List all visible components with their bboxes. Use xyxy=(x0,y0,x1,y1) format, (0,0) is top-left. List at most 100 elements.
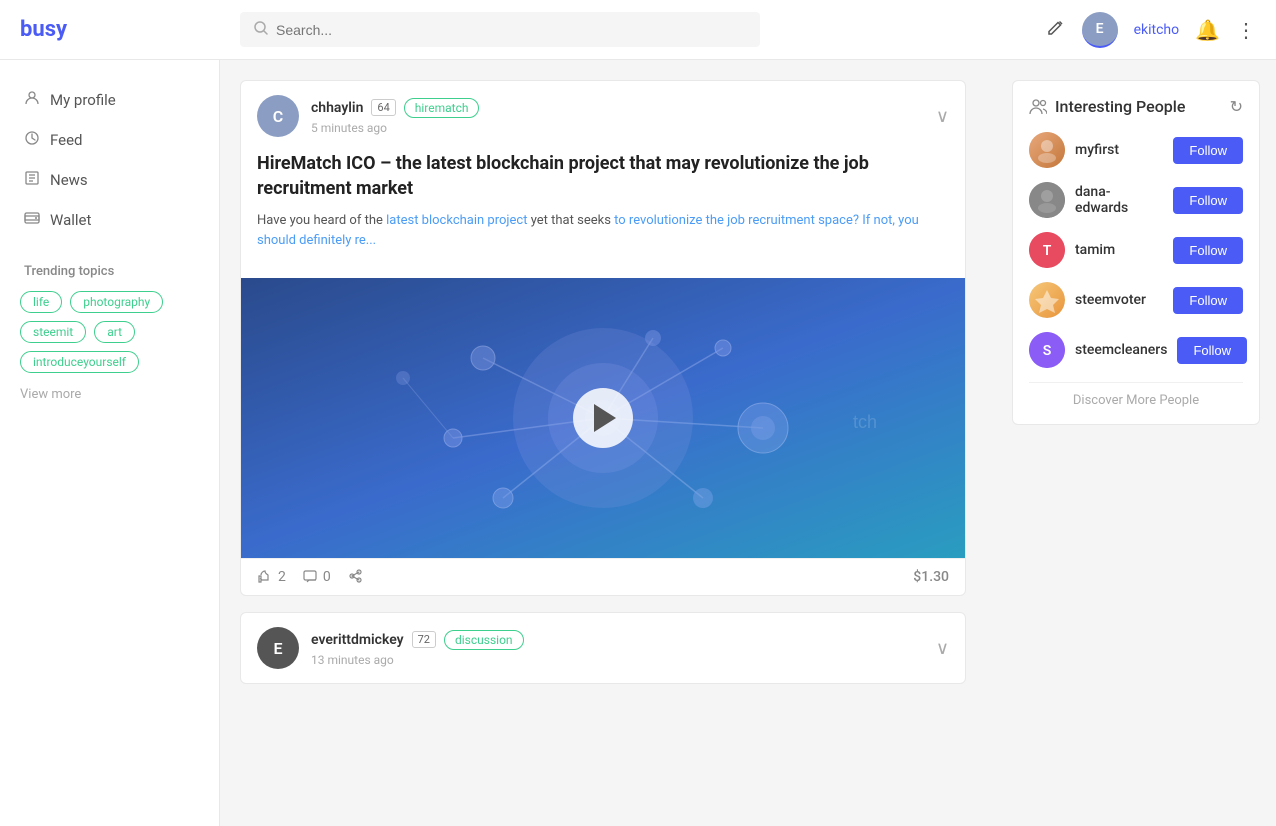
sidebar-label-news: News xyxy=(50,171,88,189)
post-body: HireMatch ICO – the latest blockchain pr… xyxy=(241,151,965,278)
view-more-link[interactable]: View more xyxy=(16,387,203,402)
post-score-2: 72 xyxy=(412,631,436,648)
post-time-2: 13 minutes ago xyxy=(311,653,924,667)
post-score: 64 xyxy=(371,99,395,116)
refresh-icon[interactable]: ↻ xyxy=(1230,97,1243,116)
avatar-inner-tamim: T xyxy=(1029,232,1065,268)
collapse-icon[interactable]: ∨ xyxy=(936,106,949,127)
edit-icon[interactable] xyxy=(1046,17,1066,42)
username-label[interactable]: ekitcho xyxy=(1134,22,1180,38)
like-button[interactable]: 2 xyxy=(257,569,286,585)
feed-icon xyxy=(24,130,40,150)
panel-title-text: Interesting People xyxy=(1055,97,1185,116)
post-author-name-2[interactable]: everittdmickey xyxy=(311,632,404,648)
avatar-inner xyxy=(1029,132,1065,168)
tag-art[interactable]: art xyxy=(94,321,135,343)
wallet-icon xyxy=(24,210,40,230)
post-time: 5 minutes ago xyxy=(311,121,924,135)
person-avatar-dana[interactable] xyxy=(1029,182,1065,218)
play-button[interactable] xyxy=(573,388,633,448)
follow-button-steemvoter[interactable]: Follow xyxy=(1173,287,1243,314)
excerpt-link-2[interactable]: to revolutionize the job recruitment spa… xyxy=(614,213,859,228)
author-row-2: everittdmickey 72 discussion xyxy=(311,630,924,650)
post-tag[interactable]: hirematch xyxy=(404,98,480,118)
post-title[interactable]: HireMatch ICO – the latest blockchain pr… xyxy=(257,151,949,201)
video-overlay xyxy=(241,278,965,558)
person-name-steemvoter[interactable]: steemvoter xyxy=(1075,292,1163,308)
person-avatar-myfirst[interactable] xyxy=(1029,132,1065,168)
post-tag-2[interactable]: discussion xyxy=(444,630,524,650)
avatar-initials: E xyxy=(1096,21,1104,37)
avatar-inner-dana xyxy=(1029,182,1065,218)
tag-introduceyourself[interactable]: introduceyourself xyxy=(20,351,139,373)
follow-button-dana[interactable]: Follow xyxy=(1173,187,1243,214)
trending-tags: life photography steemit art introduceyo… xyxy=(16,291,203,373)
person-row-steemcleaners: S steemcleaners Follow xyxy=(1029,332,1243,368)
excerpt-link[interactable]: latest blockchain project xyxy=(386,213,527,228)
interesting-people-panel: Interesting People ↻ myfirst Follow xyxy=(1012,80,1260,425)
person-avatar-steemvoter[interactable] xyxy=(1029,282,1065,318)
play-triangle-icon xyxy=(594,404,616,432)
share-button[interactable] xyxy=(347,569,363,585)
tag-steemit[interactable]: steemit xyxy=(20,321,86,343)
tag-life[interactable]: life xyxy=(20,291,62,313)
post-footer: 2 0 $1.30 xyxy=(241,558,965,595)
person-row-dana: dana-edwards Follow xyxy=(1029,182,1243,218)
like-count: 2 xyxy=(278,569,286,585)
more-options-icon[interactable]: ⋮ xyxy=(1236,18,1256,42)
post-author-name[interactable]: chhaylin xyxy=(311,100,363,116)
collapse-icon-2[interactable]: ∨ xyxy=(936,638,949,659)
discover-more-link[interactable]: Discover More People xyxy=(1029,382,1243,408)
sidebar-label-wallet: Wallet xyxy=(50,211,91,229)
post-author-avatar[interactable]: C xyxy=(257,95,299,137)
sidebar-label-feed: Feed xyxy=(50,131,83,149)
person-name-steemcleaners[interactable]: steemcleaners xyxy=(1075,342,1167,358)
search-input[interactable] xyxy=(276,22,746,38)
author-row: chhaylin 64 hirematch xyxy=(311,98,924,118)
layout: My profile Feed xyxy=(0,60,1276,826)
post-author-avatar-2[interactable]: E xyxy=(257,627,299,669)
app-logo[interactable]: busy xyxy=(20,17,240,42)
post-excerpt: Have you heard of the latest blockchain … xyxy=(257,211,949,250)
sidebar-item-my-profile[interactable]: My profile xyxy=(16,80,203,120)
post-meta: chhaylin 64 hirematch 5 minutes ago xyxy=(311,98,924,135)
avatar-inner-steemvoter xyxy=(1029,282,1065,318)
svg-text:S: S xyxy=(1043,343,1052,359)
follow-button-tamim[interactable]: Follow xyxy=(1173,237,1243,264)
comment-count: 0 xyxy=(323,569,331,585)
video-container[interactable]: tch xyxy=(241,278,965,558)
follow-button-myfirst[interactable]: Follow xyxy=(1173,137,1243,164)
bell-icon[interactable]: 🔔 xyxy=(1195,18,1220,42)
avatar-placeholder-2: E xyxy=(257,627,299,669)
sidebar-item-news[interactable]: News xyxy=(16,160,203,200)
person-name-myfirst[interactable]: myfirst xyxy=(1075,142,1163,158)
sidebar-item-wallet[interactable]: Wallet xyxy=(16,200,203,240)
post-card: C chhaylin 64 hirematch 5 minutes ago ∨ … xyxy=(240,80,966,596)
comment-button[interactable]: 0 xyxy=(302,569,331,585)
post-header-2: E everittdmickey 72 discussion 13 minute… xyxy=(241,613,965,683)
sidebar-item-feed[interactable]: Feed xyxy=(16,120,203,160)
post-value: $1.30 xyxy=(913,569,949,585)
panel-title: Interesting People ↻ xyxy=(1029,97,1243,116)
right-panel: Interesting People ↻ myfirst Follow xyxy=(996,60,1276,826)
person-avatar-steemcleaners[interactable]: S xyxy=(1029,332,1065,368)
svg-text:T: T xyxy=(1043,243,1052,259)
sidebar: My profile Feed xyxy=(0,60,220,826)
sidebar-nav: My profile Feed xyxy=(16,80,203,240)
person-avatar-tamim[interactable]: T xyxy=(1029,232,1065,268)
search-bar[interactable] xyxy=(240,12,760,47)
sidebar-label-my-profile: My profile xyxy=(50,91,116,109)
person-row-tamim: T tamim Follow xyxy=(1029,232,1243,268)
follow-button-steemcleaners[interactable]: Follow xyxy=(1177,337,1247,364)
avatar-placeholder: C xyxy=(257,95,299,137)
post-card-2: E everittdmickey 72 discussion 13 minute… xyxy=(240,612,966,684)
person-name-dana[interactable]: dana-edwards xyxy=(1075,184,1163,216)
person-name-tamim[interactable]: tamim xyxy=(1075,242,1163,258)
person-row-steemvoter: steemvoter Follow xyxy=(1029,282,1243,318)
avatar[interactable]: E xyxy=(1082,12,1118,48)
avatar-inner-steemcleaners: S xyxy=(1029,332,1065,368)
tag-photography[interactable]: photography xyxy=(70,291,163,313)
trending-title: Trending topics xyxy=(24,264,203,279)
news-icon xyxy=(24,170,40,190)
main-content: C chhaylin 64 hirematch 5 minutes ago ∨ … xyxy=(220,60,986,826)
